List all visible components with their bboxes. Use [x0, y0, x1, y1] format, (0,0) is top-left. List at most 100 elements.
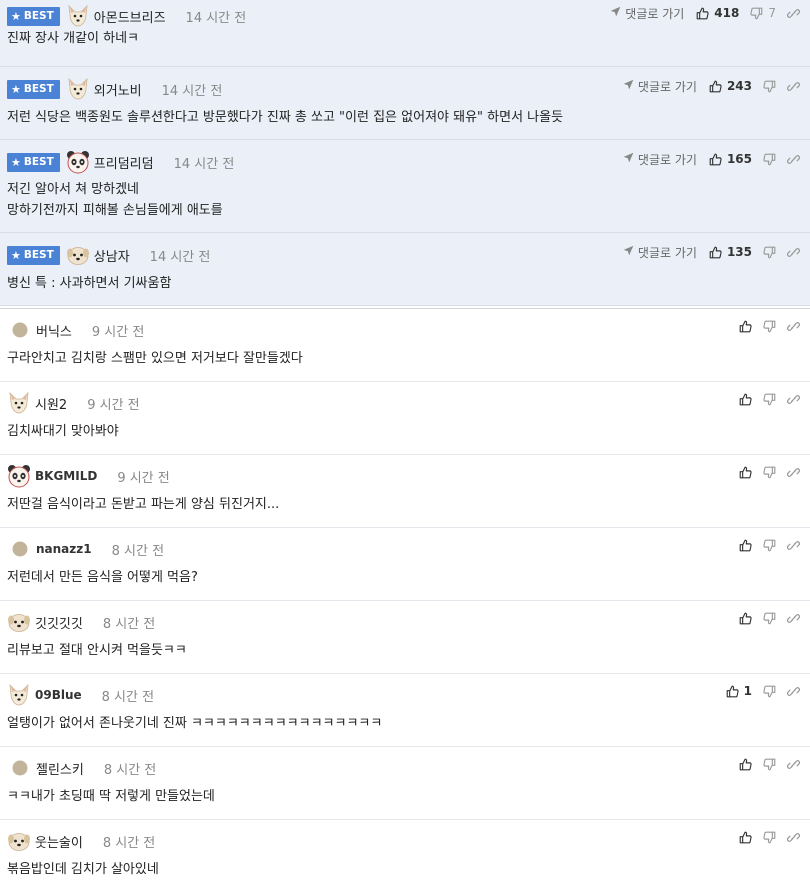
nickname[interactable]: 아몬드브리즈: [94, 7, 166, 26]
comment-body: 저긴 알아서 쳐 망하겠네 망하기전까지 피해볼 손님들에게 애도를: [7, 179, 223, 221]
panda-avatar[interactable]: [66, 150, 90, 174]
nickname[interactable]: 웃는술이: [35, 832, 83, 851]
like-button[interactable]: [739, 393, 752, 406]
like-button[interactable]: [739, 612, 752, 625]
thumbs-down-icon: [763, 612, 776, 625]
dislike-button[interactable]: [763, 758, 776, 771]
link-icon: [787, 320, 800, 333]
send-icon: [623, 79, 634, 93]
comment-text-line: 김치싸대기 맞아봐야: [7, 424, 119, 439]
comment-header: 버닉스 9 시간 전: [7, 314, 144, 346]
best-comment: ★ BEST 프리덤리덤 14 시간 전 댓글로 가기 165 저긴 알아서 쳐 망하겠네 망…: [0, 140, 810, 233]
nickname[interactable]: 시원2: [35, 394, 67, 413]
share-button[interactable]: [787, 758, 800, 771]
comment-item: 웃는술이 8 시간 전볶음밥인데 김치가 살아있네: [0, 820, 810, 889]
comment-body: 김치싸대기 맞아봐야: [7, 421, 119, 442]
default-avatar[interactable]: [12, 760, 28, 776]
dislike-button[interactable]: [763, 612, 776, 625]
comment-body: 저런 식당은 백종원도 솔루션한다고 방문했다가 진짜 총 쏘고 "이런 집은 …: [7, 107, 563, 128]
link-icon: [787, 393, 800, 406]
share-button[interactable]: [787, 612, 800, 625]
reply-link[interactable]: 댓글로 가기: [623, 244, 697, 261]
like-button[interactable]: 1: [726, 684, 752, 698]
dislike-button[interactable]: [763, 539, 776, 552]
nickname[interactable]: 외거노비: [94, 80, 142, 99]
like-button[interactable]: 418: [696, 6, 739, 20]
dog-white-avatar[interactable]: [66, 4, 90, 28]
dislike-button[interactable]: [763, 393, 776, 406]
thumbs-up-icon: [696, 7, 709, 20]
share-button[interactable]: [787, 539, 800, 552]
best-comment: ★ BEST 아몬드브리즈 14 시간 전 댓글로 가기 418 7 진짜 장사 개같이 하네…: [0, 0, 810, 67]
comment-body: 저딴걸 음식이라고 돈받고 파는게 양심 뒤진거지...: [7, 494, 279, 515]
dislike-button[interactable]: [763, 80, 776, 93]
dislike-button[interactable]: [763, 246, 776, 259]
like-button[interactable]: 135: [709, 245, 752, 259]
best-comment: ★ BEST 외거노비 14 시간 전 댓글로 가기 243 저런 식당은 백종원도 솔루션…: [0, 67, 810, 140]
comment-actions: 댓글로 가기 418 7: [610, 2, 800, 24]
default-avatar[interactable]: [12, 322, 28, 338]
dislike-button[interactable]: [763, 320, 776, 333]
thumbs-up-icon: [739, 758, 752, 771]
share-button[interactable]: [787, 393, 800, 406]
best-badge: ★ BEST: [7, 152, 60, 172]
dislike-button[interactable]: [763, 153, 776, 166]
like-button[interactable]: [739, 758, 752, 771]
nickname[interactable]: 프리덤리덤: [94, 153, 154, 172]
send-icon: [623, 152, 634, 166]
nickname[interactable]: 09Blue: [35, 688, 82, 702]
link-icon: [787, 685, 800, 698]
like-count: 165: [726, 152, 752, 166]
link-icon: [787, 153, 800, 166]
reply-link[interactable]: 댓글로 가기: [623, 151, 697, 168]
dislike-button[interactable]: [763, 466, 776, 479]
share-button[interactable]: [787, 246, 800, 259]
share-button[interactable]: [787, 320, 800, 333]
thumbs-up-icon: [739, 320, 752, 333]
comment-text-line: 저런 식당은 백종원도 솔루션한다고 방문했다가 진짜 총 쏘고 "이런 집은 …: [7, 110, 564, 125]
nickname[interactable]: 깃깃깃깃: [35, 613, 83, 632]
thumbs-down-icon: [763, 320, 776, 333]
puppy-avatar[interactable]: [66, 243, 90, 267]
reply-link[interactable]: 댓글로 가기: [623, 78, 697, 95]
like-button[interactable]: [739, 466, 752, 479]
dislike-button[interactable]: [763, 831, 776, 844]
thumbs-down-icon: [763, 685, 776, 698]
nickname[interactable]: nanazz1: [36, 542, 92, 556]
like-button[interactable]: [739, 320, 752, 333]
default-avatar[interactable]: [12, 541, 28, 557]
like-button[interactable]: 243: [709, 79, 752, 93]
like-button[interactable]: [739, 539, 752, 552]
dislike-button[interactable]: 7: [750, 6, 776, 20]
comment-body: 리뷰보고 절대 안시켜 먹을듯ㅋㅋ: [7, 640, 187, 661]
share-button[interactable]: [787, 466, 800, 479]
comment-actions: 1: [726, 680, 800, 702]
dislike-button[interactable]: [763, 685, 776, 698]
dog-white-avatar[interactable]: [7, 683, 31, 707]
like-button[interactable]: [739, 831, 752, 844]
comment-item: BKGMILD 9 시간 전 저딴걸 음식이라고 돈받고 파는게 양심 뒤진거지..…: [0, 455, 810, 528]
nickname[interactable]: 상남자: [94, 246, 130, 265]
reply-link[interactable]: 댓글로 가기: [610, 5, 684, 22]
comment-text-line: ㅋㅋ내가 초딩때 딱 저렇게 만들었는데: [7, 789, 215, 804]
share-button[interactable]: [787, 153, 800, 166]
dog-white-avatar[interactable]: [66, 77, 90, 101]
panda-avatar[interactable]: [7, 464, 31, 488]
share-button[interactable]: [787, 80, 800, 93]
comment-text-line: 볶음밥인데 김치가 살아있네: [7, 862, 159, 877]
puppy-avatar[interactable]: [7, 610, 31, 634]
thumbs-down-icon: [763, 393, 776, 406]
dog-white-avatar[interactable]: [7, 391, 31, 415]
timestamp: 8 시간 전: [102, 835, 156, 851]
puppy-avatar[interactable]: [7, 829, 31, 853]
nickname[interactable]: 버닉스: [36, 321, 72, 340]
share-button[interactable]: [787, 685, 800, 698]
nickname[interactable]: BKGMILD: [35, 469, 97, 483]
like-button[interactable]: 165: [709, 152, 752, 166]
comment-body: 진짜 장사 개같이 하네ㅋ: [7, 28, 139, 49]
thumbs-down-icon: [763, 153, 776, 166]
comment-text-line: 얼탱이가 없어서 존나웃기네 진짜 ㅋㅋㅋㅋㅋㅋㅋㅋㅋㅋㅋㅋㅋㅋㅋㅋ: [7, 716, 383, 731]
share-button[interactable]: [787, 7, 800, 20]
nickname[interactable]: 젤린스키: [36, 759, 84, 778]
share-button[interactable]: [787, 831, 800, 844]
